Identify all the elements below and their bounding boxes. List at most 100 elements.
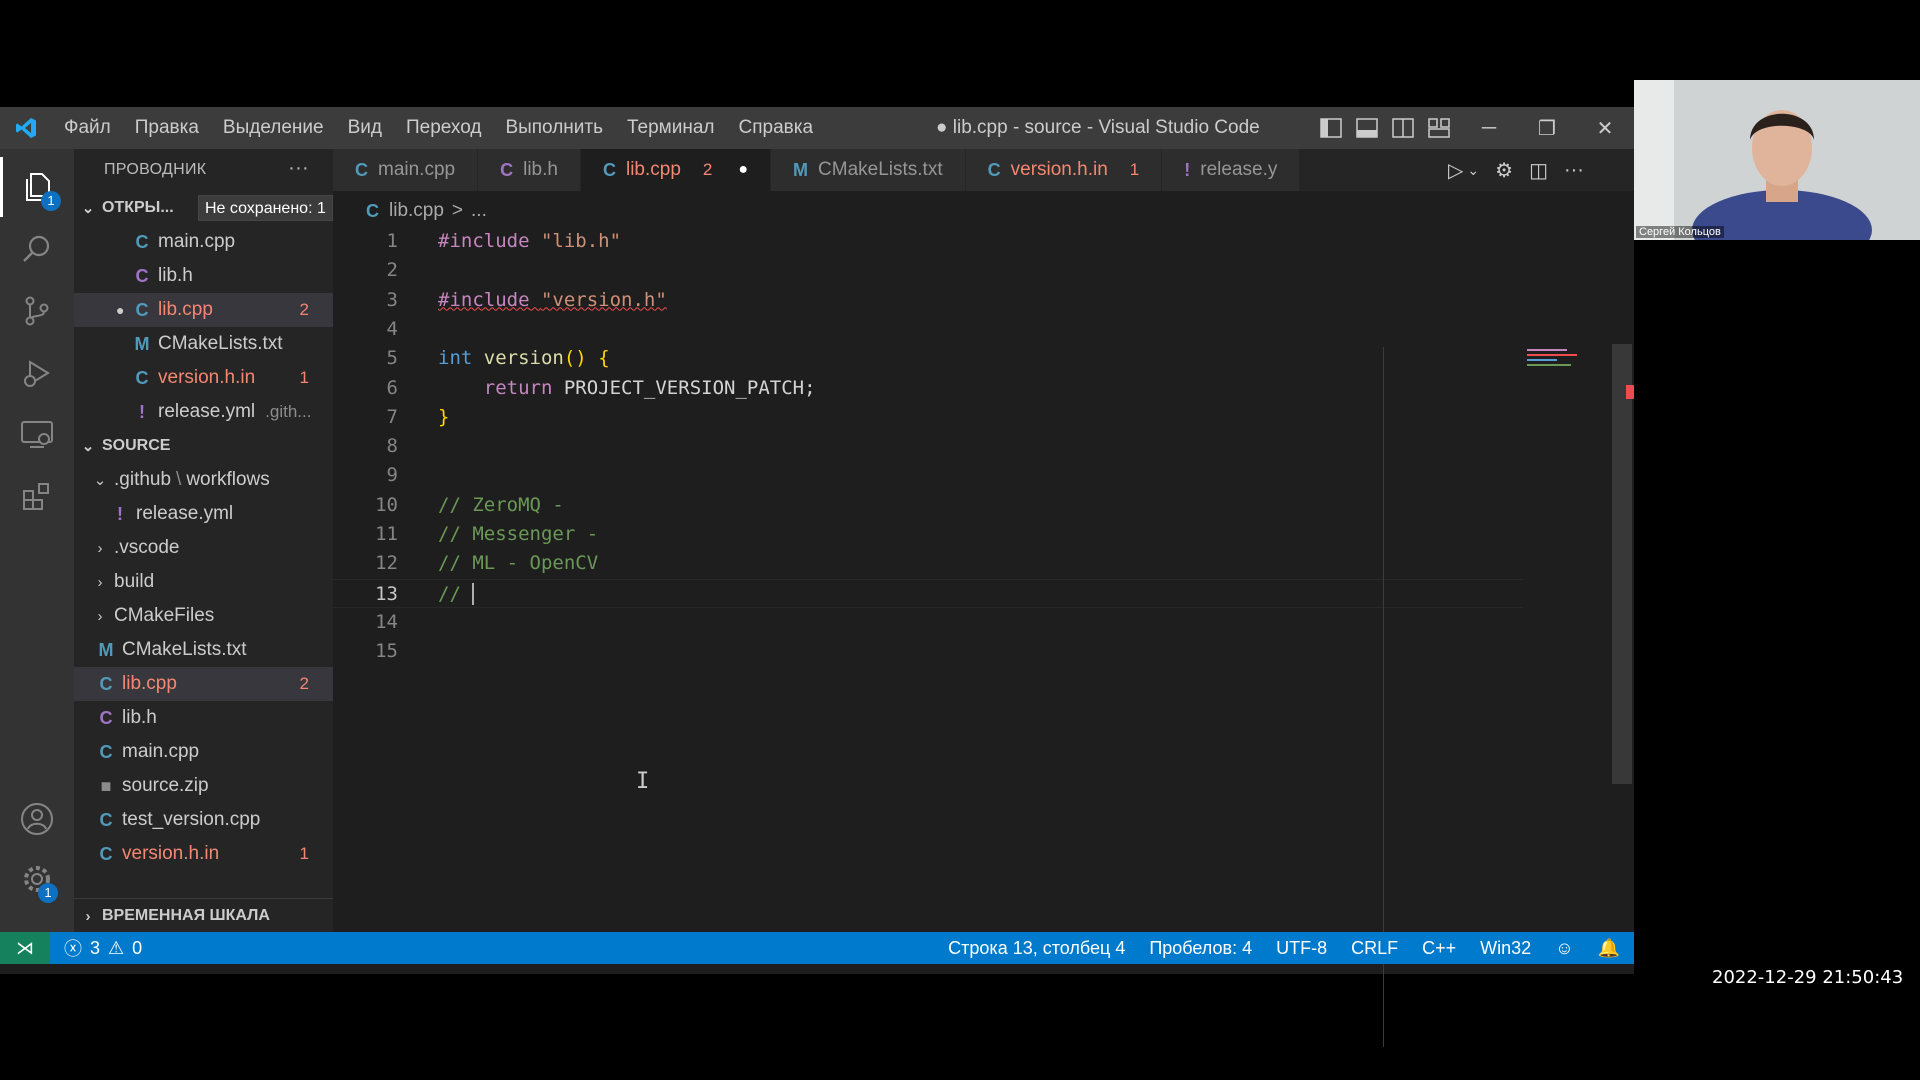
file-item[interactable]: M CMakeLists.txt bbox=[74, 633, 333, 667]
extensions-icon[interactable] bbox=[0, 467, 74, 527]
editor-scrollbar[interactable] bbox=[1612, 344, 1632, 784]
settings-gear-icon[interactable]: 1 bbox=[0, 849, 74, 909]
breadcrumb-file[interactable]: lib.cpp bbox=[389, 200, 444, 222]
line-ending[interactable]: CRLF bbox=[1351, 938, 1398, 959]
explorer-icon[interactable]: 1 bbox=[0, 157, 74, 217]
line-number: 10 bbox=[375, 493, 398, 516]
run-file-icon[interactable]: ▷ bbox=[1448, 158, 1463, 183]
problem-count: 2 bbox=[299, 300, 309, 319]
timeline-section[interactable]: › ВРЕМЕННАЯ ШКАЛА bbox=[74, 898, 333, 932]
account-icon[interactable] bbox=[0, 789, 74, 849]
tab-label: release.y bbox=[1200, 159, 1278, 180]
open-editor-item[interactable]: Clib.h bbox=[74, 259, 333, 293]
code-line[interactable]: 15 bbox=[333, 637, 1523, 666]
source-section[interactable]: ⌄ SOURCE bbox=[74, 429, 333, 463]
editor-actions: ▷ ⌄ ⚙ ◫ ··· bbox=[1440, 149, 1634, 191]
source-control-icon[interactable] bbox=[0, 281, 74, 341]
text-caret bbox=[472, 583, 475, 606]
code-line[interactable]: 12 // ML - OpenCV bbox=[333, 549, 1523, 578]
toggle-primary-sidebar-icon[interactable] bbox=[1320, 118, 1342, 138]
file-release-yml[interactable]: ! release.yml bbox=[74, 497, 333, 531]
line-number: 6 bbox=[386, 376, 398, 399]
editor-tab[interactable]: Cversion.h.in 1 bbox=[965, 149, 1163, 191]
menu-item[interactable]: Выполнить bbox=[493, 107, 615, 149]
code-line[interactable]: 13 // bbox=[333, 578, 1523, 608]
run-debug-icon[interactable] bbox=[0, 343, 74, 403]
editor-tab[interactable]: M CMakeLists.txt bbox=[771, 149, 966, 191]
more-actions-icon[interactable]: ··· bbox=[288, 157, 309, 180]
notifications-bell-icon[interactable]: 🔔 bbox=[1598, 938, 1620, 959]
open-editor-item[interactable]: ● Clib.cpp 2 bbox=[74, 293, 333, 327]
encoding[interactable]: UTF-8 bbox=[1276, 938, 1327, 959]
folder-workflows-label: workflows bbox=[186, 469, 270, 490]
folder-vscode[interactable]: › .vscode bbox=[74, 531, 333, 565]
file-item[interactable]: Clib.h bbox=[74, 701, 333, 735]
toggle-panel-icon[interactable] bbox=[1356, 118, 1378, 138]
code-line[interactable]: 4 bbox=[333, 315, 1523, 344]
remote-indicator-icon[interactable]: ⋊ bbox=[0, 932, 50, 964]
file-type-icon: M bbox=[98, 639, 114, 660]
code-line[interactable]: 9 bbox=[333, 461, 1523, 490]
search-icon[interactable] bbox=[0, 219, 74, 279]
file-type-icon: C bbox=[355, 159, 368, 180]
unsaved-dot-icon[interactable]: ● bbox=[116, 302, 124, 318]
code-line[interactable]: 3 #include "version.h" bbox=[333, 286, 1523, 315]
menu-item[interactable]: Вид bbox=[336, 107, 394, 149]
file-item[interactable]: Cmain.cpp bbox=[74, 735, 333, 769]
code-editor[interactable]: 1 #include "lib.h" 2 3 #include "version.h" 4… bbox=[333, 227, 1523, 927]
file-item[interactable]: Clib.cpp 2 bbox=[74, 667, 333, 701]
cursor-position[interactable]: Строка 13, столбец 4 bbox=[948, 938, 1125, 959]
code-line[interactable]: 14 bbox=[333, 608, 1523, 637]
editor-tab[interactable]: Clib.cpp 2 ● bbox=[580, 149, 772, 191]
file-label: source.zip bbox=[122, 775, 209, 796]
open-editor-item[interactable]: Cversion.h.in 1 bbox=[74, 361, 333, 395]
language-mode[interactable]: C++ bbox=[1422, 938, 1456, 959]
file-type-icon: M bbox=[134, 333, 150, 354]
minimap[interactable] bbox=[1527, 347, 1609, 377]
more-actions-icon[interactable]: ··· bbox=[1564, 159, 1584, 182]
menu-item[interactable]: Справка bbox=[727, 107, 826, 149]
menu-item[interactable]: Терминал bbox=[615, 107, 727, 149]
open-editor-item[interactable]: M CMakeLists.txt bbox=[74, 327, 333, 361]
file-item[interactable]: Ctest_version.cpp bbox=[74, 803, 333, 837]
indentation[interactable]: Пробелов: 4 bbox=[1149, 938, 1252, 959]
remote-explorer-icon[interactable] bbox=[0, 405, 74, 465]
feedback-icon[interactable]: ☺ bbox=[1555, 938, 1573, 959]
settings-gear-icon[interactable]: ⚙ bbox=[1495, 158, 1513, 183]
open-editors-section[interactable]: ⌄ ОТКРЫ... Не сохранено: 1 bbox=[74, 191, 333, 225]
code-line[interactable]: 1 #include "lib.h" bbox=[333, 227, 1523, 256]
menu-item[interactable]: Выделение bbox=[211, 107, 336, 149]
menu-item[interactable]: Правка bbox=[123, 107, 211, 149]
toggle-secondary-sidebar-icon[interactable] bbox=[1392, 118, 1414, 138]
restore-icon[interactable]: ❐ bbox=[1518, 116, 1576, 141]
open-editor-item[interactable]: Cmain.cpp bbox=[74, 225, 333, 259]
folder-cmakefiles[interactable]: › CMakeFiles bbox=[74, 599, 333, 633]
editor-tab[interactable]: Cmain.cpp bbox=[333, 149, 479, 191]
minimize-icon[interactable]: ─ bbox=[1460, 117, 1518, 140]
code-line[interactable]: 6 return PROJECT_VERSION_PATCH; bbox=[333, 374, 1523, 403]
close-icon[interactable]: ✕ bbox=[1576, 116, 1634, 141]
editor-tab[interactable]: Clib.h bbox=[478, 149, 581, 191]
chevron-down-icon[interactable]: ⌄ bbox=[1467, 162, 1479, 179]
file-item[interactable]: Cversion.h.in 1 bbox=[74, 837, 333, 871]
code-line[interactable]: 11 // Messenger - bbox=[333, 520, 1523, 549]
breadcrumb-more[interactable]: ... bbox=[471, 200, 487, 222]
file-item[interactable]: ■ source.zip bbox=[74, 769, 333, 803]
open-editors-title: ОТКРЫ... bbox=[102, 199, 174, 216]
unsaved-dot-icon[interactable]: ● bbox=[738, 161, 748, 179]
split-editor-icon[interactable]: ◫ bbox=[1529, 158, 1548, 183]
menu-item[interactable]: Переход bbox=[394, 107, 493, 149]
folder-github-workflows[interactable]: ⌄ .github \ workflows bbox=[74, 463, 333, 497]
platform[interactable]: Win32 bbox=[1480, 938, 1531, 959]
folder-build[interactable]: › build bbox=[74, 565, 333, 599]
problems-indicator[interactable]: ⓧ 3 ⚠ 0 bbox=[50, 935, 142, 961]
code-line[interactable]: 8 bbox=[333, 432, 1523, 461]
editor-tab[interactable]: ! release.y bbox=[1162, 149, 1301, 191]
code-line[interactable]: 10 // ZeroMQ - bbox=[333, 491, 1523, 520]
code-line[interactable]: 7} bbox=[333, 403, 1523, 432]
menu-item[interactable]: Файл bbox=[52, 107, 123, 149]
code-line[interactable]: 2 bbox=[333, 256, 1523, 285]
customize-layout-icon[interactable] bbox=[1428, 118, 1450, 138]
code-line[interactable]: 5 int version() { bbox=[333, 344, 1523, 373]
open-editor-item[interactable]: ! release.yml .gith... bbox=[74, 395, 333, 429]
